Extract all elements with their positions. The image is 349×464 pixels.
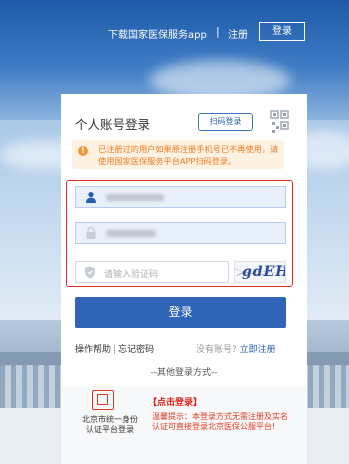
username-masked-value — [106, 194, 164, 201]
click-login-link[interactable]: 【点击登录】 — [148, 395, 202, 408]
lock-icon — [86, 227, 96, 239]
username-input[interactable] — [75, 186, 286, 208]
alternative-login-section[interactable]: 北京市统一身份认证平台登录 【点击登录】 温馨提示：本登录方式无需注册及实名认证… — [61, 386, 307, 464]
login-button[interactable]: 登录 — [75, 297, 286, 328]
shield-icon — [85, 266, 95, 279]
notice-text: 已注册过的用户如果原注册手机号已不再使用，请使用国家医保服务平台APP扫码登录。 — [98, 144, 279, 166]
forgot-password-link[interactable]: 忘记密码 — [118, 345, 154, 355]
beijing-platform-label[interactable]: 北京市统一身份认证平台登录 — [80, 415, 140, 435]
captcha-image[interactable]: gdEH — [234, 261, 286, 283]
help-link[interactable]: 操作帮助 — [75, 345, 111, 355]
qr-login-tab[interactable]: 扫码登录 — [198, 113, 253, 131]
header-register-link[interactable]: 注册 — [228, 26, 248, 41]
help-separator: | — [113, 345, 117, 355]
top-header: 下载国家医保服务app | 注册 登录 — [0, 0, 349, 62]
beijing-seal-icon — [92, 390, 114, 410]
captcha-placeholder: 请输入验证码 — [104, 270, 159, 280]
password-masked-value — [106, 230, 156, 237]
captcha-input[interactable]: 请输入验证码 — [75, 261, 229, 283]
password-input[interactable] — [75, 222, 286, 244]
header-login-button[interactable]: 登录 — [259, 22, 305, 41]
no-account-text: 没有账号? — [196, 345, 237, 355]
other-login-methods-label: --其他登录方式-- — [150, 368, 218, 378]
tips-text: 温馨提示：本登录方式无需注册及实名认证可直接登录北京医保公服平台! — [152, 412, 288, 431]
register-now-link[interactable]: 立即注册 — [240, 345, 276, 355]
header-separator: | — [216, 25, 220, 38]
warning-icon: ! — [78, 146, 88, 156]
captcha-text: gdEH — [242, 264, 286, 280]
user-icon — [86, 192, 96, 203]
help-links: 操作帮助 | 忘记密码 — [75, 342, 154, 355]
download-app-link[interactable]: 下载国家医保服务app — [108, 26, 207, 41]
qr-code-icon[interactable] — [260, 108, 290, 136]
notice-banner: ! 已注册过的用户如果原注册手机号已不再使用，请使用国家医保服务平台APP扫码登… — [72, 140, 284, 169]
page-title: 个人账号登录 — [75, 117, 151, 132]
register-prompt: 没有账号? 立即注册 — [196, 342, 276, 355]
login-card: 个人账号登录 扫码登录 ! 已注册过的用户如果原注册手机号已不再使用，请使用国家… — [61, 94, 307, 464]
